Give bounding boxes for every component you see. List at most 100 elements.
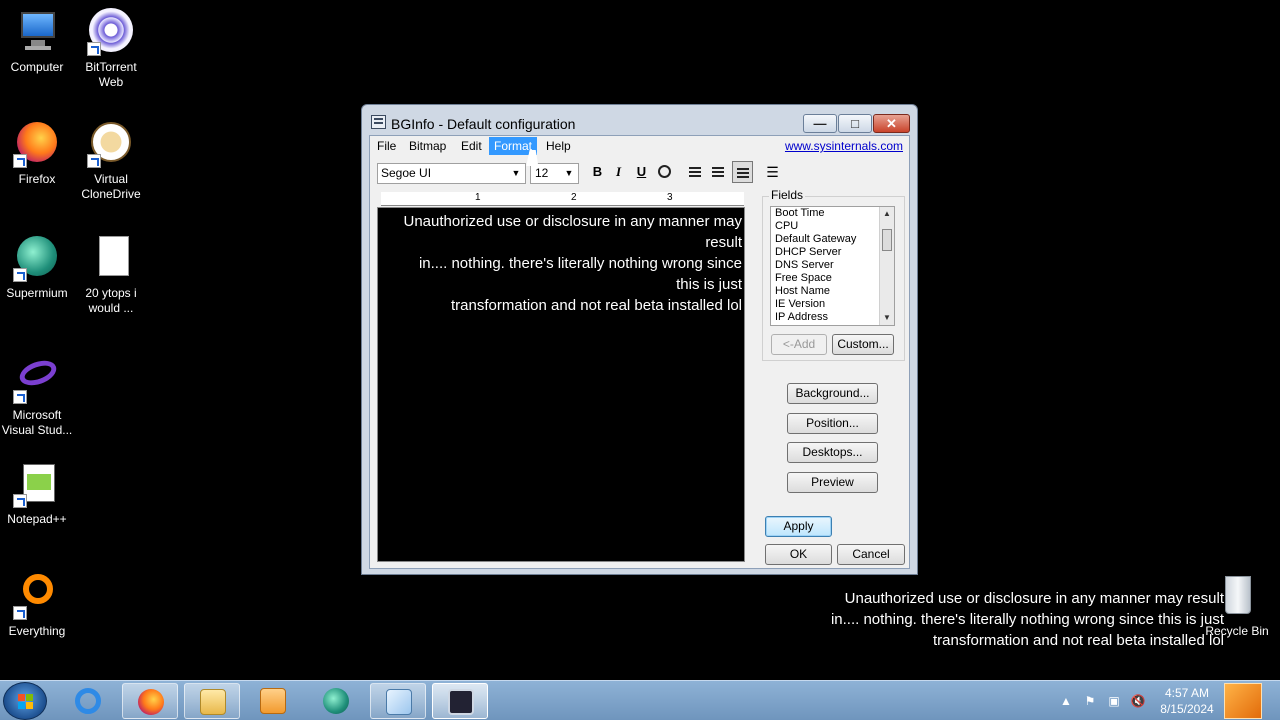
list-item[interactable]: Boot Time <box>771 207 894 220</box>
taskbar-notepad[interactable] <box>370 683 426 719</box>
align-center-button[interactable] <box>708 161 729 183</box>
chevron-down-icon: ▼ <box>511 168 521 178</box>
taskbar: ▲ ⚑ ▣ 🔇 4:57 AM 8/15/2024 <box>0 680 1280 720</box>
show-desktop-button[interactable] <box>1224 683 1262 719</box>
font-name-value: Segoe UI <box>381 166 432 180</box>
list-item[interactable]: IE Version <box>771 298 894 311</box>
cancel-button[interactable]: Cancel <box>837 544 905 565</box>
list-item[interactable]: Default Gateway <box>771 233 894 246</box>
list-item[interactable]: CPU <box>771 220 894 233</box>
align-left-icon <box>689 167 701 177</box>
desktop-icon-label: Computer <box>10 60 64 74</box>
align-right-button[interactable] <box>732 161 753 183</box>
background-button[interactable]: Background... <box>787 383 878 404</box>
list-item[interactable]: DNS Server <box>771 259 894 272</box>
ruler-number: 2 <box>571 192 577 203</box>
minimize-button[interactable]: — <box>803 114 837 133</box>
bittorrent-icon <box>87 8 135 56</box>
wallpaper-line: Unauthorized use or disclosure in any ma… <box>844 590 1224 607</box>
desktop-icon-notepad-plus-plus[interactable]: Notepad++ <box>0 460 74 527</box>
bginfo-app-icon <box>371 115 386 129</box>
desktop-icon-supermium[interactable]: Supermium <box>0 234 74 301</box>
font-size-value: 12 <box>535 166 549 180</box>
windows-logo-icon <box>18 694 34 710</box>
custom-button[interactable]: Custom... <box>832 334 894 355</box>
menu-file[interactable]: File <box>372 137 401 155</box>
desktop-icon-label: Notepad++ <box>7 512 67 526</box>
notepad-plus-plus-icon <box>13 460 61 508</box>
desktop-icon-label: Firefox <box>18 172 56 186</box>
position-button[interactable]: Position... <box>787 413 878 434</box>
font-size-select[interactable]: 12 ▼ <box>530 163 579 184</box>
ok-button[interactable]: OK <box>765 544 832 565</box>
show-hidden-icons-icon[interactable]: ▲ <box>1058 694 1074 708</box>
editor-line: Unauthorized use or disclosure in any ma… <box>403 213 742 230</box>
desktops-button[interactable]: Desktops... <box>787 442 878 463</box>
supermium-icon <box>13 234 61 282</box>
wallpaper-line: transformation and not real beta install… <box>932 632 1224 649</box>
desktop-icon-visual-studio[interactable]: Microsoft Visual Stud... <box>0 356 74 438</box>
underline-button[interactable]: U <box>631 161 652 183</box>
maximize-icon: □ <box>851 116 859 131</box>
desktop-icon-label: BitTorrent Web <box>85 60 137 89</box>
fields-scrollbar[interactable]: ▲ ▼ <box>879 207 894 325</box>
action-center-flag-icon[interactable]: ⚑ <box>1082 694 1098 708</box>
desktop-icon-computer[interactable]: Computer <box>0 8 74 75</box>
add-field-button[interactable]: <-Add <box>771 334 827 355</box>
list-item[interactable]: IP Address <box>771 311 894 324</box>
volume-muted-icon[interactable]: 🔇 <box>1130 694 1146 708</box>
apply-button[interactable]: Apply <box>765 516 832 537</box>
list-item[interactable]: Free Space <box>771 272 894 285</box>
desktop-icon-virtual-clonedrive[interactable]: Virtual CloneDrive <box>74 120 148 202</box>
scroll-up-icon[interactable]: ▲ <box>880 207 894 221</box>
align-center-icon <box>712 167 724 177</box>
text-editor[interactable]: Unauthorized use or disclosure in any ma… <box>377 207 745 562</box>
notepad-icon <box>386 689 412 715</box>
menu-bitmap[interactable]: Bitmap <box>404 137 451 155</box>
menu-edit[interactable]: Edit <box>456 137 487 155</box>
bginfo-window: BGInfo - Default configuration — □ ✕ Fil… <box>361 104 918 575</box>
taskbar-explorer[interactable] <box>184 683 240 719</box>
bullet-list-icon: ☰ <box>766 164 779 180</box>
start-button[interactable] <box>3 682 47 720</box>
editor-line: in.... nothing. there's literally nothin… <box>418 255 742 272</box>
network-icon[interactable]: ▣ <box>1106 694 1122 708</box>
list-item[interactable]: Host Name <box>771 285 894 298</box>
font-name-select[interactable]: Segoe UI ▼ <box>377 163 526 184</box>
list-item[interactable]: DHCP Server <box>771 246 894 259</box>
taskbar-bginfo[interactable] <box>432 683 488 719</box>
menu-help[interactable]: Help <box>541 137 576 155</box>
window-client-area: File Bitmap Edit Format Help www.sysinte… <box>369 135 910 569</box>
sysinternals-link[interactable]: www.sysinternals.com <box>785 139 903 153</box>
taskbar-media-player[interactable] <box>245 683 301 719</box>
internet-explorer-icon <box>75 688 101 714</box>
desktop-icon-firefox[interactable]: Firefox <box>0 120 74 187</box>
scroll-down-icon[interactable]: ▼ <box>880 311 894 325</box>
italic-button[interactable]: I <box>608 161 629 183</box>
bullets-button[interactable]: ☰ <box>762 161 783 183</box>
bold-button[interactable]: B <box>587 161 608 183</box>
editor-line: transformation and not real beta install… <box>450 297 742 314</box>
maximize-button[interactable]: □ <box>838 114 872 133</box>
sheep-icon <box>87 120 135 168</box>
minimize-icon: — <box>813 116 827 131</box>
taskbar-internet-explorer[interactable] <box>60 683 116 719</box>
clock[interactable]: 4:57 AM 8/15/2024 <box>1150 685 1224 717</box>
preview-button[interactable]: Preview <box>787 472 878 493</box>
wallpaper-info-text: Unauthorized use or disclosure in any ma… <box>831 588 1224 651</box>
fields-list[interactable]: Boot Time CPU Default Gateway DHCP Serve… <box>770 206 895 326</box>
desktop-icon-text-file[interactable]: 20 ytops i would ... <box>74 234 148 316</box>
align-left-button[interactable] <box>685 161 706 183</box>
desktop-icon-bittorrent[interactable]: BitTorrent Web <box>74 8 148 90</box>
desktop-icon-everything[interactable]: Everything <box>0 572 74 639</box>
editor-line: result <box>705 234 742 251</box>
taskbar-firefox[interactable] <box>122 683 178 719</box>
taskbar-supermium[interactable] <box>308 683 364 719</box>
close-button[interactable]: ✕ <box>873 114 910 133</box>
document-icon <box>87 234 135 282</box>
text-color-button[interactable] <box>654 161 675 183</box>
ruler: 1 2 3 <box>381 192 744 206</box>
title-bar[interactable]: BGInfo - Default configuration — □ ✕ <box>362 105 917 137</box>
chevron-down-icon: ▼ <box>564 168 574 178</box>
scroll-thumb[interactable] <box>882 229 892 251</box>
